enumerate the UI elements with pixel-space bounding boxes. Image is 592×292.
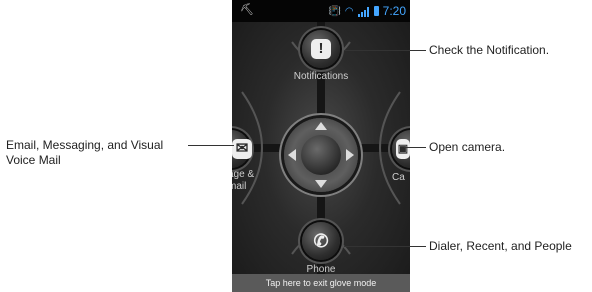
notification-icon: ! (311, 39, 331, 59)
usb-icon: ⛏ (240, 4, 254, 16)
phone-leader (344, 246, 426, 247)
phone-callout: Dialer, Recent, and People (429, 239, 572, 253)
arrow-down-icon[interactable] (315, 180, 327, 188)
notifications-label: Notifications (293, 71, 349, 82)
status-bar: ⛏ 📳 ◠ 7:20 (232, 0, 410, 22)
clock: 7:20 (382, 4, 406, 18)
camera-callout: Open camera. (429, 140, 506, 154)
arrow-right-icon[interactable] (346, 149, 354, 161)
message-icon: ✉ (232, 139, 252, 159)
vibrate-icon: 📳 (328, 5, 341, 17)
notifications-callout: Check the Notification. (429, 43, 550, 57)
camera-leader (404, 147, 426, 148)
glove-mode-pad: ! Notifications ✉ age & mail ▣ Ca ✆ Phon… (232, 22, 410, 275)
arrow-up-icon[interactable] (315, 122, 327, 130)
dpad-center-button[interactable] (301, 135, 341, 175)
messaging-callout: Email, Messaging, and Visual Voice Mail (6, 138, 164, 167)
battery-icon (373, 6, 379, 16)
wifi-icon: ◠ (344, 5, 354, 17)
camera-icon: ▣ (396, 139, 410, 159)
messaging-label: age & mail (232, 169, 255, 192)
arrow-left-icon[interactable] (288, 149, 296, 161)
phone-button[interactable]: ✆ (302, 222, 340, 260)
messaging-leader (188, 145, 234, 146)
notifications-leader (344, 50, 426, 51)
direction-pad[interactable] (284, 118, 358, 192)
exit-glove-mode-bar[interactable]: Tap here to exit glove mode (232, 274, 410, 292)
camera-label: Ca (392, 172, 405, 183)
phone-screen: ⛏ 📳 ◠ 7:20 ! Notifications ✉ age & mail (232, 0, 410, 292)
signal-icon (357, 6, 370, 17)
notifications-button[interactable]: ! (302, 30, 340, 68)
phone-icon: ✆ (313, 231, 329, 251)
